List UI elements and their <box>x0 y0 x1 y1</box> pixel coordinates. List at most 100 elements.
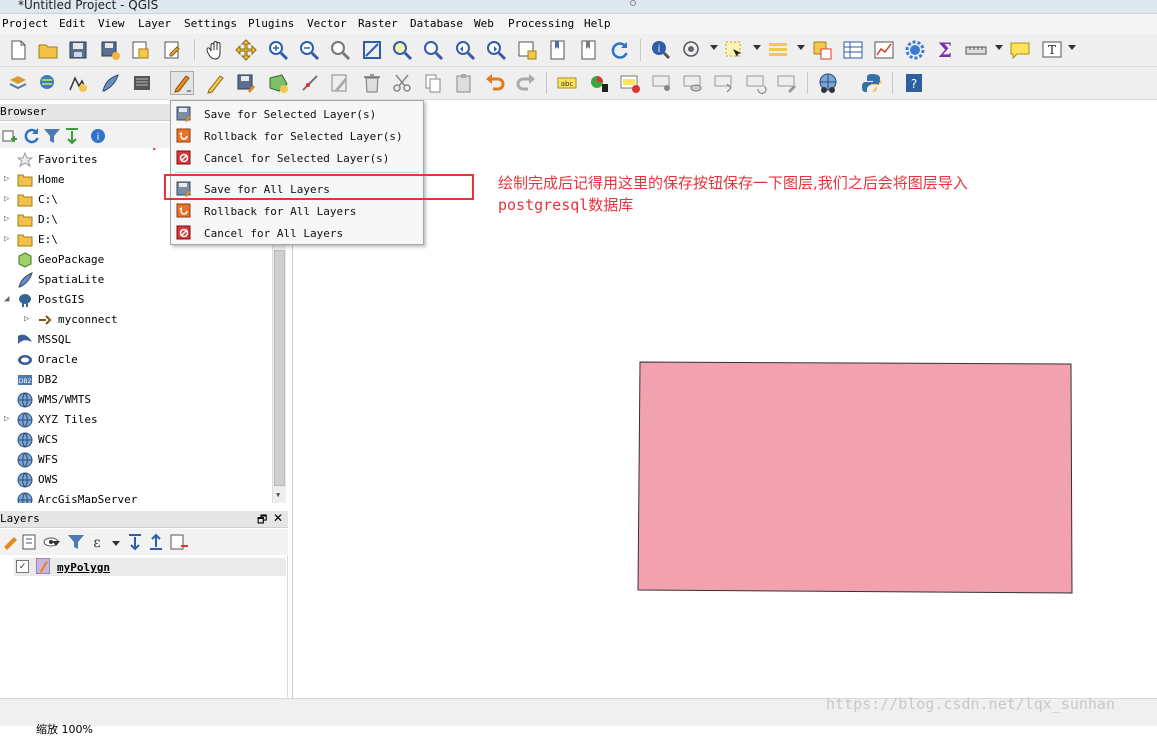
pin-labels-icon[interactable] <box>650 71 674 95</box>
expand-arrow-icon[interactable]: ▷ <box>4 214 9 224</box>
expand-arrow-icon[interactable]: ▷ <box>4 234 9 244</box>
menu-view[interactable]: View <box>98 17 125 30</box>
paste-features-icon[interactable] <box>452 71 476 95</box>
select-features-icon[interactable] <box>722 38 746 62</box>
move-label-icon[interactable] <box>712 71 736 95</box>
new-bookmark-icon[interactable] <box>546 38 570 62</box>
menu-settings[interactable]: Settings <box>184 17 237 30</box>
filter-legend-icon[interactable] <box>64 530 88 554</box>
rollback-all-layers-item[interactable]: Rollback for All Layers <box>171 200 423 222</box>
show-bookmarks-icon[interactable] <box>577 38 601 62</box>
layer-visibility-checkbox[interactable]: ✓ <box>16 560 29 573</box>
zoom-to-selection-icon[interactable] <box>390 38 414 62</box>
new-map-view-icon[interactable] <box>515 38 539 62</box>
properties-info-icon[interactable]: i <box>86 124 110 148</box>
zoom-next-icon[interactable] <box>484 38 508 62</box>
remove-layer-icon[interactable] <box>167 530 191 554</box>
attribute-table-icon[interactable] <box>841 38 865 62</box>
new-project-icon[interactable] <box>6 38 30 62</box>
python-console-icon[interactable] <box>860 71 884 95</box>
expand-arrow-icon[interactable]: ▷ <box>24 314 29 324</box>
browser-item-arcgismapserver[interactable]: ArcGisMapServer <box>0 490 272 503</box>
browser-item-myconnect[interactable]: ▷ myconnect <box>0 310 272 330</box>
add-layer-icon[interactable] <box>36 71 60 95</box>
browser-item-spatialite[interactable]: SpatiaLite <box>0 270 272 290</box>
show-hide-labels-icon[interactable] <box>681 71 705 95</box>
pan-hand-icon[interactable] <box>203 38 227 62</box>
modify-attributes-icon[interactable] <box>328 71 352 95</box>
save-as-icon[interactable] <box>98 38 122 62</box>
browser-item-geopackage[interactable]: GeoPackage <box>0 250 272 270</box>
toggle-editing-pencil-icon[interactable] <box>203 71 227 95</box>
zoom-to-layer-icon[interactable] <box>421 38 445 62</box>
polygon-feature[interactable] <box>637 361 1074 595</box>
zoom-last-icon[interactable] <box>453 38 477 62</box>
browser-item-wcs[interactable]: WCS <box>0 430 272 450</box>
toolbox-gear-icon[interactable] <box>903 38 927 62</box>
zoom-full-icon[interactable] <box>360 38 384 62</box>
text-annotation-icon[interactable]: T <box>1040 38 1064 62</box>
menu-raster[interactable]: Raster <box>358 17 398 30</box>
browser-item-ows[interactable]: OWS <box>0 470 272 490</box>
menu-help[interactable]: Help <box>584 17 611 30</box>
data-source-manager-icon[interactable] <box>6 71 30 95</box>
new-shapefile-icon[interactable] <box>66 71 90 95</box>
collapse-all-icon[interactable] <box>60 124 84 148</box>
redo-icon[interactable] <box>514 71 538 95</box>
expand-arrow-icon[interactable]: ▷ <box>4 174 9 184</box>
expand-arrow-icon[interactable]: ▷ <box>4 194 9 204</box>
collapse-all-layers-icon[interactable] <box>145 530 169 554</box>
measure-ruler-icon[interactable] <box>964 38 988 62</box>
layout-manager-icon[interactable] <box>160 38 184 62</box>
save-layer-edits-icon[interactable] <box>234 71 258 95</box>
browser-item-oracle[interactable]: Oracle <box>0 350 272 370</box>
vertex-tool-icon[interactable] <box>298 71 322 95</box>
menu-plugins[interactable]: Plugins <box>248 17 294 30</box>
refresh-icon[interactable] <box>608 38 632 62</box>
filter-expression-icon[interactable]: ε <box>86 530 110 554</box>
help-icon[interactable]: ? <box>902 71 926 95</box>
browser-item-wfs[interactable]: WFS <box>0 450 272 470</box>
layer-row[interactable]: ✓ myPolygn <box>14 557 286 576</box>
run-action-icon[interactable] <box>680 38 704 62</box>
add-polygon-icon[interactable] <box>266 71 290 95</box>
browser-item-postgis[interactable]: ◢ PostGIS <box>0 290 272 310</box>
cut-features-icon[interactable] <box>390 71 414 95</box>
globe-plugin-icon[interactable] <box>816 71 840 95</box>
label-abc-icon[interactable]: abc <box>555 71 579 95</box>
rotate-label-icon[interactable] <box>744 71 768 95</box>
print-layout-icon[interactable] <box>128 38 152 62</box>
sum-icon[interactable]: Σ <box>933 38 957 62</box>
zoom-native-icon[interactable] <box>328 38 352 62</box>
menu-vector[interactable]: Vector <box>307 17 347 30</box>
zoom-in-icon[interactable] <box>266 38 290 62</box>
browser-item-db2[interactable]: DB2 DB2 <box>0 370 272 390</box>
expanded-arrow-icon[interactable]: ◢ <box>4 294 9 304</box>
browser-item-xyz-tiles[interactable]: ▷ XYZ Tiles <box>0 410 272 430</box>
browser-item-wms-wmts[interactable]: WMS/WMTS <box>0 390 272 410</box>
scroll-down-icon[interactable]: ▼ <box>276 491 280 499</box>
undo-icon[interactable] <box>483 71 507 95</box>
map-tips-icon[interactable] <box>1008 38 1032 62</box>
select-by-attribute-icon[interactable] <box>766 38 790 62</box>
pan-to-selection-icon[interactable] <box>234 38 258 62</box>
deselect-icon[interactable] <box>810 38 834 62</box>
scrollbar-thumb[interactable] <box>274 250 285 486</box>
expand-arrow-icon[interactable]: ▷ <box>4 414 9 424</box>
change-label-icon[interactable] <box>775 71 799 95</box>
add-group-icon[interactable] <box>18 530 42 554</box>
new-spatialite-icon[interactable] <box>98 71 122 95</box>
menu-database[interactable]: Database <box>410 17 463 30</box>
save-project-icon[interactable] <box>66 38 90 62</box>
cancel-selected-layers-item[interactable]: Cancel for Selected Layer(s) <box>171 147 423 169</box>
zoom-out-icon[interactable] <box>297 38 321 62</box>
current-edits-icon[interactable] <box>170 71 194 95</box>
diagram-pie-icon[interactable] <box>587 71 611 95</box>
identify-icon[interactable]: i <box>648 38 672 62</box>
save-selected-layers-item[interactable]: Save for Selected Layer(s) <box>171 103 423 125</box>
gps-icon[interactable] <box>130 71 154 95</box>
delete-selected-icon[interactable] <box>360 71 384 95</box>
cancel-all-layers-item[interactable]: Cancel for All Layers <box>171 222 423 244</box>
menu-edit[interactable]: Edit <box>59 17 86 30</box>
float-panel-icon[interactable]: 🗗 <box>257 511 267 530</box>
